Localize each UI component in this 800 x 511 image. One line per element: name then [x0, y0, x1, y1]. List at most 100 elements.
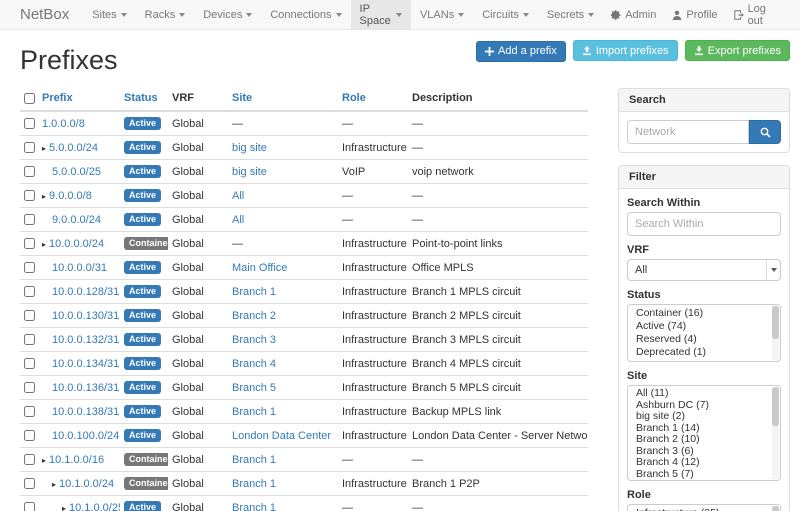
site-option[interactable]: All (11) — [628, 388, 780, 400]
brand-link[interactable]: NetBox — [20, 0, 69, 29]
site-link[interactable]: Branch 1 — [232, 406, 276, 418]
site-option[interactable]: big site (2) — [628, 411, 780, 423]
profile-link[interactable]: Profile — [664, 0, 725, 29]
prefix-link[interactable]: 5.0.0.0/25 — [52, 166, 101, 178]
export-prefixes-button[interactable]: Export prefixes — [685, 40, 790, 61]
site-link[interactable]: Branch 5 — [232, 382, 276, 394]
row-checkbox[interactable] — [24, 238, 35, 249]
site-link[interactable]: All — [232, 214, 244, 226]
site-link[interactable]: big site — [232, 166, 267, 178]
row-checkbox[interactable] — [24, 214, 35, 225]
site-link[interactable]: Branch 1 — [232, 454, 276, 466]
prefix-link[interactable]: 9.0.0.0/8 — [49, 190, 92, 202]
prefix-link[interactable]: 10.0.0.128/31 — [52, 286, 119, 298]
prefix-link[interactable]: 10.1.0.0/24 — [59, 478, 114, 490]
row-checkbox[interactable] — [24, 334, 35, 345]
row-checkbox[interactable] — [24, 166, 35, 177]
status-option[interactable]: Deprecated (1) — [628, 346, 780, 359]
scrollbar-thumb[interactable] — [772, 306, 779, 339]
site-link[interactable]: Branch 3 — [232, 334, 276, 346]
site-link[interactable]: big site — [232, 142, 267, 154]
site-link[interactable]: All — [232, 190, 244, 202]
row-checkbox[interactable] — [24, 454, 35, 465]
sort-role-header[interactable]: Role — [342, 92, 366, 104]
row-checkbox[interactable] — [24, 142, 35, 153]
prefix-link[interactable]: 1.0.0.0/8 — [42, 118, 85, 130]
prefix-link[interactable]: 5.0.0.0/24 — [49, 142, 98, 154]
scrollbar-thumb[interactable] — [772, 387, 779, 426]
role-option[interactable]: Infrastructure (25) — [628, 507, 780, 511]
role-cell: Infrastructure — [338, 136, 408, 160]
row-checkbox[interactable] — [24, 118, 35, 129]
site-option[interactable]: Branch 2 (10) — [628, 434, 780, 446]
search-within-input[interactable] — [627, 212, 781, 236]
site-option[interactable]: COLO-1-2A (2) — [628, 480, 780, 481]
table-row: 10.0.0.134/31 Active Global Branch 4 Inf… — [20, 352, 588, 376]
role-cell: — — [338, 496, 408, 511]
sort-site-header[interactable]: Site — [232, 92, 252, 104]
prefix-link[interactable]: 10.0.0.138/31 — [52, 406, 119, 418]
expand-arrow-icon: ▸ — [42, 192, 46, 201]
row-checkbox[interactable] — [24, 406, 35, 417]
status-option[interactable]: Reserved (4) — [628, 333, 780, 346]
site-link[interactable]: Branch 4 — [232, 358, 276, 370]
prefix-link[interactable]: 10.1.0.0/16 — [49, 454, 104, 466]
table-row: 5.0.0.0/25 Active Global big site VoIP v… — [20, 160, 588, 184]
nav-item[interactable]: VLANs — [411, 0, 473, 29]
scrollbar-thumb[interactable] — [772, 506, 779, 511]
nav-item[interactable]: Connections — [261, 0, 350, 29]
status-option[interactable]: Active (74) — [628, 320, 780, 333]
role-cell: Infrastructure — [338, 256, 408, 280]
nav-item[interactable]: Devices — [194, 0, 261, 29]
row-checkbox[interactable] — [24, 430, 35, 441]
site-link[interactable]: London Data Center — [232, 430, 331, 442]
prefix-link[interactable]: 10.0.0.134/31 — [52, 358, 119, 370]
prefix-link[interactable]: 10.1.0.0/25 — [69, 502, 120, 511]
navbar: NetBox Sites Racks Devices Connections — [0, 0, 800, 30]
site-link[interactable]: Branch 1 — [232, 502, 276, 511]
sort-status-header[interactable]: Status — [124, 92, 158, 104]
search-button[interactable] — [749, 120, 781, 144]
prefix-link[interactable]: 10.0.0.136/31 — [52, 382, 119, 394]
scrollbar-track[interactable] — [772, 506, 779, 511]
site-link[interactable]: Branch 1 — [232, 286, 276, 298]
scrollbar-track[interactable] — [772, 306, 779, 360]
nav-item[interactable]: Racks — [136, 0, 195, 29]
nav-item[interactable]: Sites — [83, 0, 135, 29]
row-checkbox[interactable] — [24, 382, 35, 393]
vrf-select[interactable]: All — [627, 259, 781, 281]
prefix-link[interactable]: 9.0.0.0/24 — [52, 214, 101, 226]
import-prefixes-button[interactable]: Import prefixes — [573, 40, 678, 61]
prefix-link[interactable]: 10.0.0.0/24 — [49, 238, 104, 250]
scrollbar-track[interactable] — [772, 387, 779, 479]
row-checkbox[interactable] — [24, 262, 35, 273]
admin-link[interactable]: Admin — [603, 0, 664, 29]
row-checkbox[interactable] — [24, 478, 35, 489]
caret-down-icon — [396, 13, 402, 17]
nav-item[interactable]: IP Space — [351, 0, 411, 29]
prefix-link[interactable]: 10.0.100.0/24 — [52, 430, 119, 442]
site-link[interactable]: Main Office — [232, 262, 287, 274]
site-option[interactable]: Branch 4 (12) — [628, 457, 780, 469]
row-checkbox[interactable] — [24, 286, 35, 297]
expand-arrow-icon: ▸ — [42, 144, 46, 153]
sort-prefix-header[interactable]: Prefix — [42, 92, 73, 104]
select-all-checkbox[interactable] — [24, 93, 35, 104]
site-link[interactable]: Branch 1 — [232, 478, 276, 490]
prefix-link[interactable]: 10.0.0.130/31 — [52, 310, 119, 322]
row-checkbox[interactable] — [24, 502, 35, 511]
prefix-link[interactable]: 10.0.0.0/31 — [52, 262, 107, 274]
row-checkbox[interactable] — [24, 190, 35, 201]
status-option[interactable]: Container (16) — [628, 307, 780, 320]
nav-item[interactable]: Circuits — [473, 0, 538, 29]
row-checkbox[interactable] — [24, 310, 35, 321]
add-prefix-button[interactable]: Add a prefix — [476, 41, 566, 62]
search-input[interactable] — [627, 120, 749, 144]
logout-link[interactable]: Log out — [726, 0, 788, 29]
prefix-link[interactable]: 10.0.0.132/31 — [52, 334, 119, 346]
nav-item[interactable]: Secrets — [538, 0, 603, 29]
site-link[interactable]: Branch 2 — [232, 310, 276, 322]
row-checkbox[interactable] — [24, 358, 35, 369]
description-cell: — — [408, 184, 588, 208]
vrf-cell: Global — [168, 376, 228, 400]
